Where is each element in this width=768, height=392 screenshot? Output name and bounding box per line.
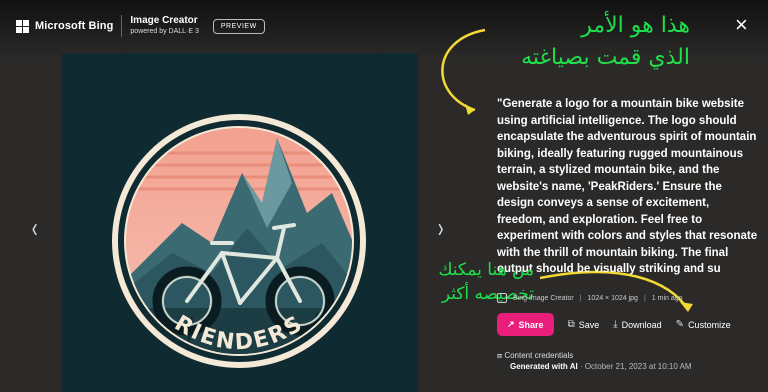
download-label: Download [621, 319, 662, 330]
customize-button[interactable]: ✎ Customize [676, 319, 731, 330]
annotation-arrow-bottom [539, 270, 690, 311]
annotation-prompt-label: هذا هو الأمر الذي قمت بصياغته [480, 10, 690, 74]
customize-icon: ✎ [675, 319, 685, 330]
download-button[interactable]: ⤓ Download [613, 319, 661, 330]
content-credentials[interactable]: ⧈ Content credentials Generated with AI … [497, 350, 692, 372]
save-button[interactable]: ⧉ Save [568, 319, 600, 330]
bing-icon [497, 293, 507, 303]
header: Microsoft Bing Image Creator powered by … [16, 14, 265, 38]
product-title: Image Creator [130, 15, 198, 26]
credentials-title: Content credentials [504, 351, 574, 360]
image-metadata: Bing Image Creator | 1024 × 1024 jpg | 1… [497, 293, 683, 303]
header-divider [121, 15, 123, 37]
annotation-line: من هنا يمكنك [438, 260, 534, 280]
close-icon[interactable]: × [735, 14, 748, 36]
generated-image[interactable]: RIENDERS [62, 53, 418, 392]
share-icon: ↗ [507, 319, 515, 329]
annotation-line: الذي قمت بصياغته [521, 45, 690, 70]
prompt-text: "Generate a logo for a mountain bike web… [497, 98, 758, 275]
credentials-generated: Generated with AI [510, 362, 578, 371]
save-label: Save [578, 319, 600, 330]
product-title-block[interactable]: Image Creator powered by DALL·E 3 [130, 15, 198, 37]
meta-dimensions: 1024 × 1024 jpg [587, 294, 638, 302]
next-arrow-icon[interactable]: › [438, 212, 444, 244]
meta-age: 1 min ago [651, 294, 683, 302]
mountain-bike-logo-image: RIENDERS [112, 114, 366, 368]
share-label: Share [518, 319, 544, 330]
previous-arrow-icon[interactable]: ‹ [32, 212, 38, 244]
preview-badge: PREVIEW [212, 18, 265, 34]
credentials-icon: ⧈ [497, 351, 503, 360]
customize-label: Customize [688, 319, 731, 330]
action-bar: ↗ Share ⧉ Save ⤓ Download ✎ Customize [497, 313, 731, 336]
download-icon: ⤓ [613, 319, 618, 330]
microsoft-logo-icon [16, 19, 29, 33]
annotation-line: هذا هو الأمر [581, 13, 690, 38]
brand-name[interactable]: Microsoft Bing [35, 20, 113, 32]
share-button[interactable]: ↗ Share [497, 313, 554, 336]
meta-source: Bing Image Creator [513, 294, 574, 302]
save-icon: ⧉ [567, 319, 575, 330]
credentials-date: October 21, 2023 at 10:10 AM [584, 362, 692, 371]
product-subtitle: powered by DALL·E 3 [130, 28, 199, 35]
